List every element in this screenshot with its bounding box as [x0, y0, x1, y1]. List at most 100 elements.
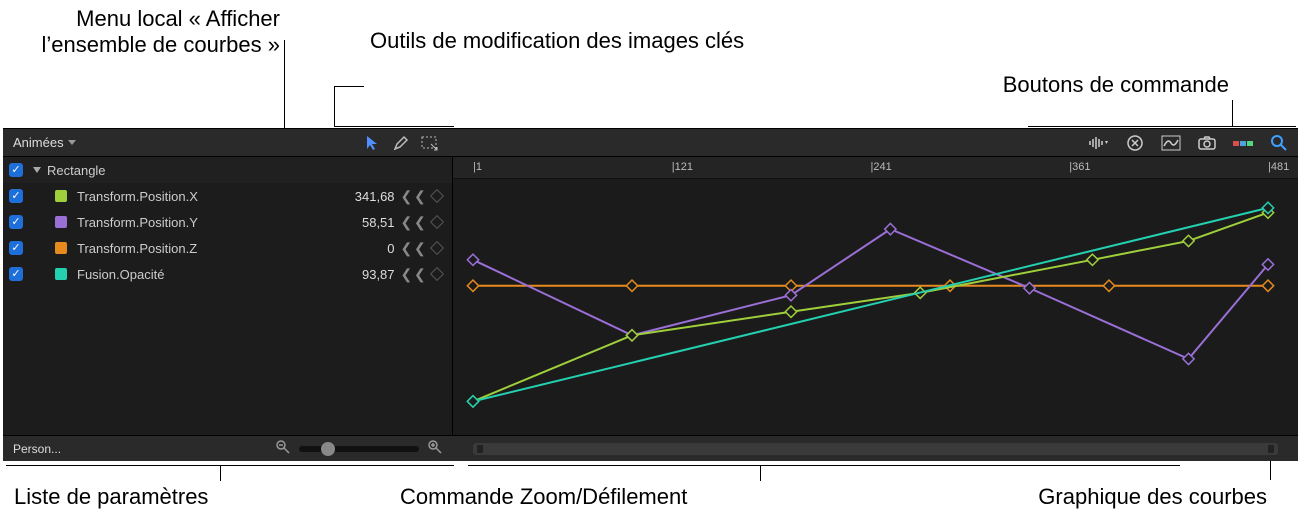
snapshot-button[interactable]: [1194, 132, 1220, 154]
parameter-row[interactable]: Transform.Position.X341,68❮❯: [3, 183, 452, 209]
parameter-value[interactable]: 58,51: [337, 215, 401, 230]
leader-line: [284, 40, 285, 142]
add-keyframe-icon[interactable]: [430, 215, 444, 229]
keyframe-point[interactable]: [1024, 282, 1035, 293]
annotation-curve-set-menu: Menu local « Afficher l’ensemble de cour…: [10, 6, 280, 59]
ruler-tick: |121: [672, 161, 693, 173]
annotation-keyframe-tools: Outils de modification des images clés: [370, 28, 744, 54]
curve-graph[interactable]: |1 |121 |241 |361 |481: [453, 157, 1298, 435]
keyframe-point[interactable]: [785, 290, 796, 301]
keyframe-nav[interactable]: ❮❯: [401, 240, 442, 257]
group-name: Rectangle: [47, 163, 106, 178]
select-tool-icon[interactable]: [365, 135, 381, 151]
keyframe-nav[interactable]: ❮❯: [401, 214, 442, 231]
next-keyframe-icon[interactable]: ❯: [414, 214, 426, 231]
color-swatch: [55, 268, 67, 280]
parameter-row[interactable]: Transform.Position.Z0❮❯: [3, 235, 452, 261]
curve-set-popup[interactable]: Animées: [3, 129, 86, 156]
chevron-down-icon: [68, 140, 76, 145]
keyframe-point[interactable]: [626, 280, 637, 291]
colorize-button[interactable]: [1230, 132, 1256, 154]
prev-keyframe-icon[interactable]: ❮: [401, 266, 413, 283]
checkbox[interactable]: [9, 241, 23, 255]
parameter-list: Rectangle Transform.Position.X341,68❮❯Tr…: [3, 157, 453, 435]
ruler-tick: |1: [473, 161, 482, 173]
keyframe-point[interactable]: [785, 306, 796, 317]
parameter-group-row[interactable]: Rectangle: [3, 157, 452, 183]
color-swatch: [55, 190, 67, 202]
ruler-tick: |241: [871, 161, 892, 173]
leader-line: [6, 465, 454, 466]
keyframe-nav[interactable]: ❮❯: [401, 266, 442, 283]
keyframe-point[interactable]: [467, 254, 478, 265]
audio-waveform-button[interactable]: [1086, 132, 1112, 154]
parameter-name: Fusion.Opacité: [77, 267, 337, 282]
keyframe-editor: Animées: [3, 128, 1298, 460]
checkbox[interactable]: [9, 267, 23, 281]
leader-line: [220, 465, 221, 481]
color-swatch: [55, 242, 67, 254]
annotation-control-buttons: Boutons de commande: [1003, 72, 1229, 98]
time-ruler[interactable]: |1 |121 |241 |361 |481: [453, 157, 1298, 179]
next-keyframe-icon[interactable]: ❯: [414, 240, 426, 257]
parameter-name: Transform.Position.Y: [77, 215, 337, 230]
snapshot-popup[interactable]: Person...: [13, 442, 65, 456]
parameter-row[interactable]: Fusion.Opacité93,87❮❯: [3, 261, 452, 287]
keyframe-nav[interactable]: ❮❯: [401, 188, 442, 205]
leader-line: [760, 465, 761, 481]
annotation-zoom-scroll: Commande Zoom/Défilement: [400, 484, 687, 510]
zoom-in-icon[interactable]: [427, 439, 443, 458]
parameter-row[interactable]: Transform.Position.Y58,51❮❯: [3, 209, 452, 235]
parameter-value[interactable]: 0: [337, 241, 401, 256]
next-keyframe-icon[interactable]: ❯: [414, 266, 426, 283]
parameter-value[interactable]: 341,68: [337, 189, 401, 204]
keyframe-point[interactable]: [467, 280, 478, 291]
ruler-tick: |361: [1069, 161, 1090, 173]
color-swatch: [55, 216, 67, 228]
leader-line: [334, 126, 454, 127]
keyframe-point[interactable]: [1262, 280, 1273, 291]
curve-set-popup-label: Animées: [13, 135, 64, 150]
annotation-param-list: Liste de paramètres: [14, 484, 208, 510]
keyframe-point[interactable]: [626, 330, 637, 341]
checkbox[interactable]: [9, 189, 23, 203]
clear-button[interactable]: [1122, 132, 1148, 154]
scroll-grip-right[interactable]: [1268, 445, 1274, 453]
leader-line: [468, 465, 1180, 466]
parameter-value[interactable]: 93,87: [337, 267, 401, 282]
keyframe-point[interactable]: [1183, 235, 1194, 246]
keyframe-point[interactable]: [467, 396, 478, 407]
leader-line: [334, 86, 364, 87]
next-keyframe-icon[interactable]: ❯: [414, 188, 426, 205]
add-keyframe-icon[interactable]: [430, 241, 444, 255]
scroll-grip-left[interactable]: [477, 445, 483, 453]
box-select-tool-icon[interactable]: [421, 135, 439, 151]
zoom-button[interactable]: [1266, 132, 1292, 154]
keyframe-point[interactable]: [1103, 280, 1114, 291]
pencil-tool-icon[interactable]: [393, 135, 409, 151]
leader-line: [1232, 100, 1233, 126]
parameter-name: Transform.Position.Z: [77, 241, 337, 256]
prev-keyframe-icon[interactable]: ❮: [401, 214, 413, 231]
keyframe-point[interactable]: [885, 223, 896, 234]
add-keyframe-icon[interactable]: [430, 267, 444, 281]
ruler-tick: |481: [1268, 161, 1289, 173]
disclosure-triangle-icon[interactable]: [33, 167, 41, 173]
prev-keyframe-icon[interactable]: ❮: [401, 188, 413, 205]
curve[interactable]: [473, 208, 1268, 402]
zoom-out-icon[interactable]: [275, 439, 291, 458]
leader-line: [334, 86, 335, 126]
annotation-curve-graph: Graphique des courbes: [1038, 484, 1267, 510]
toolbar: Animées: [3, 129, 1298, 157]
scroll-bar[interactable]: [473, 443, 1278, 455]
zoom-slider[interactable]: [299, 446, 419, 452]
keyframe-point[interactable]: [1087, 254, 1098, 265]
prev-keyframe-icon[interactable]: ❮: [401, 240, 413, 257]
fit-curves-button[interactable]: [1158, 132, 1184, 154]
slider-knob[interactable]: [321, 442, 335, 456]
snapshot-popup-label: Person...: [13, 442, 61, 456]
add-keyframe-icon[interactable]: [430, 189, 444, 203]
leader-line: [1028, 126, 1296, 127]
checkbox[interactable]: [9, 215, 23, 229]
checkbox[interactable]: [9, 163, 23, 177]
